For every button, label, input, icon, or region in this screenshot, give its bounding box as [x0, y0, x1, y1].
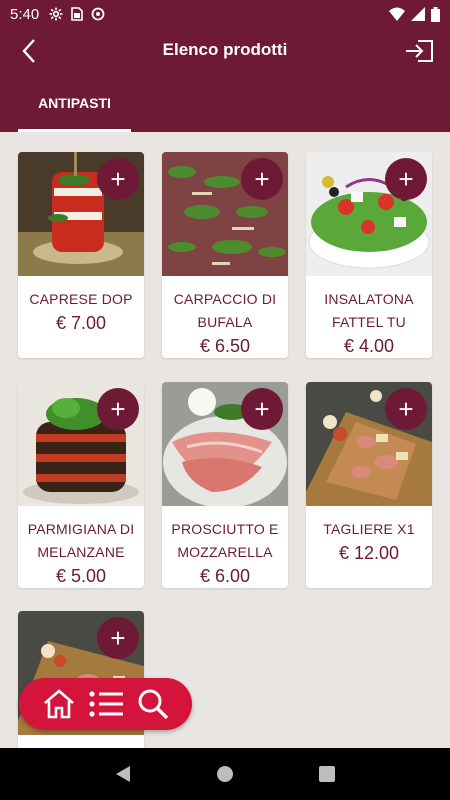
sim-card-icon — [71, 7, 84, 21]
status-bar: 5:40 — [0, 0, 450, 28]
app-bar: Elenco prodotti — [0, 28, 450, 74]
tab-label: ANTIPASTI — [38, 95, 111, 111]
logout-button[interactable] — [402, 34, 436, 68]
product-image: + — [18, 152, 144, 276]
category-tabs: ANTIPASTI — [0, 74, 450, 132]
status-time: 5:40 — [10, 5, 40, 23]
product-card[interactable]: + INSALATONA FATTEL TU € 4.00 — [306, 152, 432, 358]
product-card[interactable]: + PARMIGIANA DI MELANZANE € 5.00 — [18, 382, 144, 588]
add-to-cart-button[interactable]: + — [97, 617, 139, 659]
add-to-cart-button[interactable]: + — [241, 388, 283, 430]
product-name: CARPACCIO DI BUFALA — [173, 291, 277, 330]
product-name: PARMIGIANA DI MELANZANE — [27, 521, 135, 560]
signal-icon — [411, 7, 425, 21]
battery-icon — [431, 6, 440, 22]
product-card[interactable]: + CARPACCIO DI BUFALA € 6.50 — [162, 152, 288, 358]
list-icon — [88, 691, 123, 717]
home-button[interactable] — [39, 684, 79, 724]
product-image: + — [18, 382, 144, 506]
add-to-cart-button[interactable]: + — [97, 388, 139, 430]
home-icon — [43, 689, 74, 719]
product-name: TAGLIERE X1 — [323, 521, 415, 537]
add-to-cart-button[interactable]: + — [385, 388, 427, 430]
search-icon — [138, 689, 168, 720]
product-card[interactable]: + PROSCIUTTO E MOZZARELLA € 6.00 — [162, 382, 288, 588]
wifi-icon — [389, 7, 405, 21]
product-name: INSALATONA FATTEL TU — [324, 291, 414, 330]
product-name: CAPRESE DOP — [29, 291, 133, 307]
menu-list-button[interactable] — [86, 684, 126, 724]
product-price: € 12.00 — [338, 543, 400, 563]
product-price: € 7.00 — [55, 313, 107, 333]
add-to-cart-button[interactable]: + — [385, 158, 427, 200]
product-image: + — [306, 152, 432, 276]
add-to-cart-button[interactable]: + — [241, 158, 283, 200]
system-recents-button[interactable] — [312, 759, 342, 789]
add-to-cart-button[interactable]: + — [97, 158, 139, 200]
product-price: € 5.00 — [55, 566, 107, 586]
circle-home-icon — [217, 766, 233, 782]
product-price: € 4.00 — [343, 336, 395, 356]
system-back-button[interactable] — [108, 759, 138, 789]
tab-antipasti[interactable]: ANTIPASTI — [18, 74, 131, 132]
page-title: Elenco prodotti — [162, 40, 288, 59]
product-price: € 6.50 — [199, 336, 251, 356]
search-button[interactable] — [133, 684, 173, 724]
product-card[interactable]: + TAGLIERE X1 € 12.00 — [306, 382, 432, 588]
data-saver-icon — [91, 7, 105, 21]
product-name: PROSCIUTTO E MOZZARELLA — [171, 521, 279, 560]
product-image: + — [162, 152, 288, 276]
system-home-button[interactable] — [210, 759, 240, 789]
product-image: + — [162, 382, 288, 508]
product-image: + — [306, 382, 432, 506]
gear-icon — [49, 7, 63, 21]
product-card[interactable]: + CAPRESE DOP € 7.00 — [18, 152, 144, 358]
floating-nav-bar — [19, 678, 192, 730]
product-price: € 6.00 — [199, 566, 251, 586]
logout-icon — [406, 40, 433, 62]
square-recents-icon — [319, 766, 335, 782]
triangle-back-icon — [116, 766, 130, 782]
system-nav-bar — [0, 748, 450, 800]
tab-indicator — [18, 129, 131, 132]
